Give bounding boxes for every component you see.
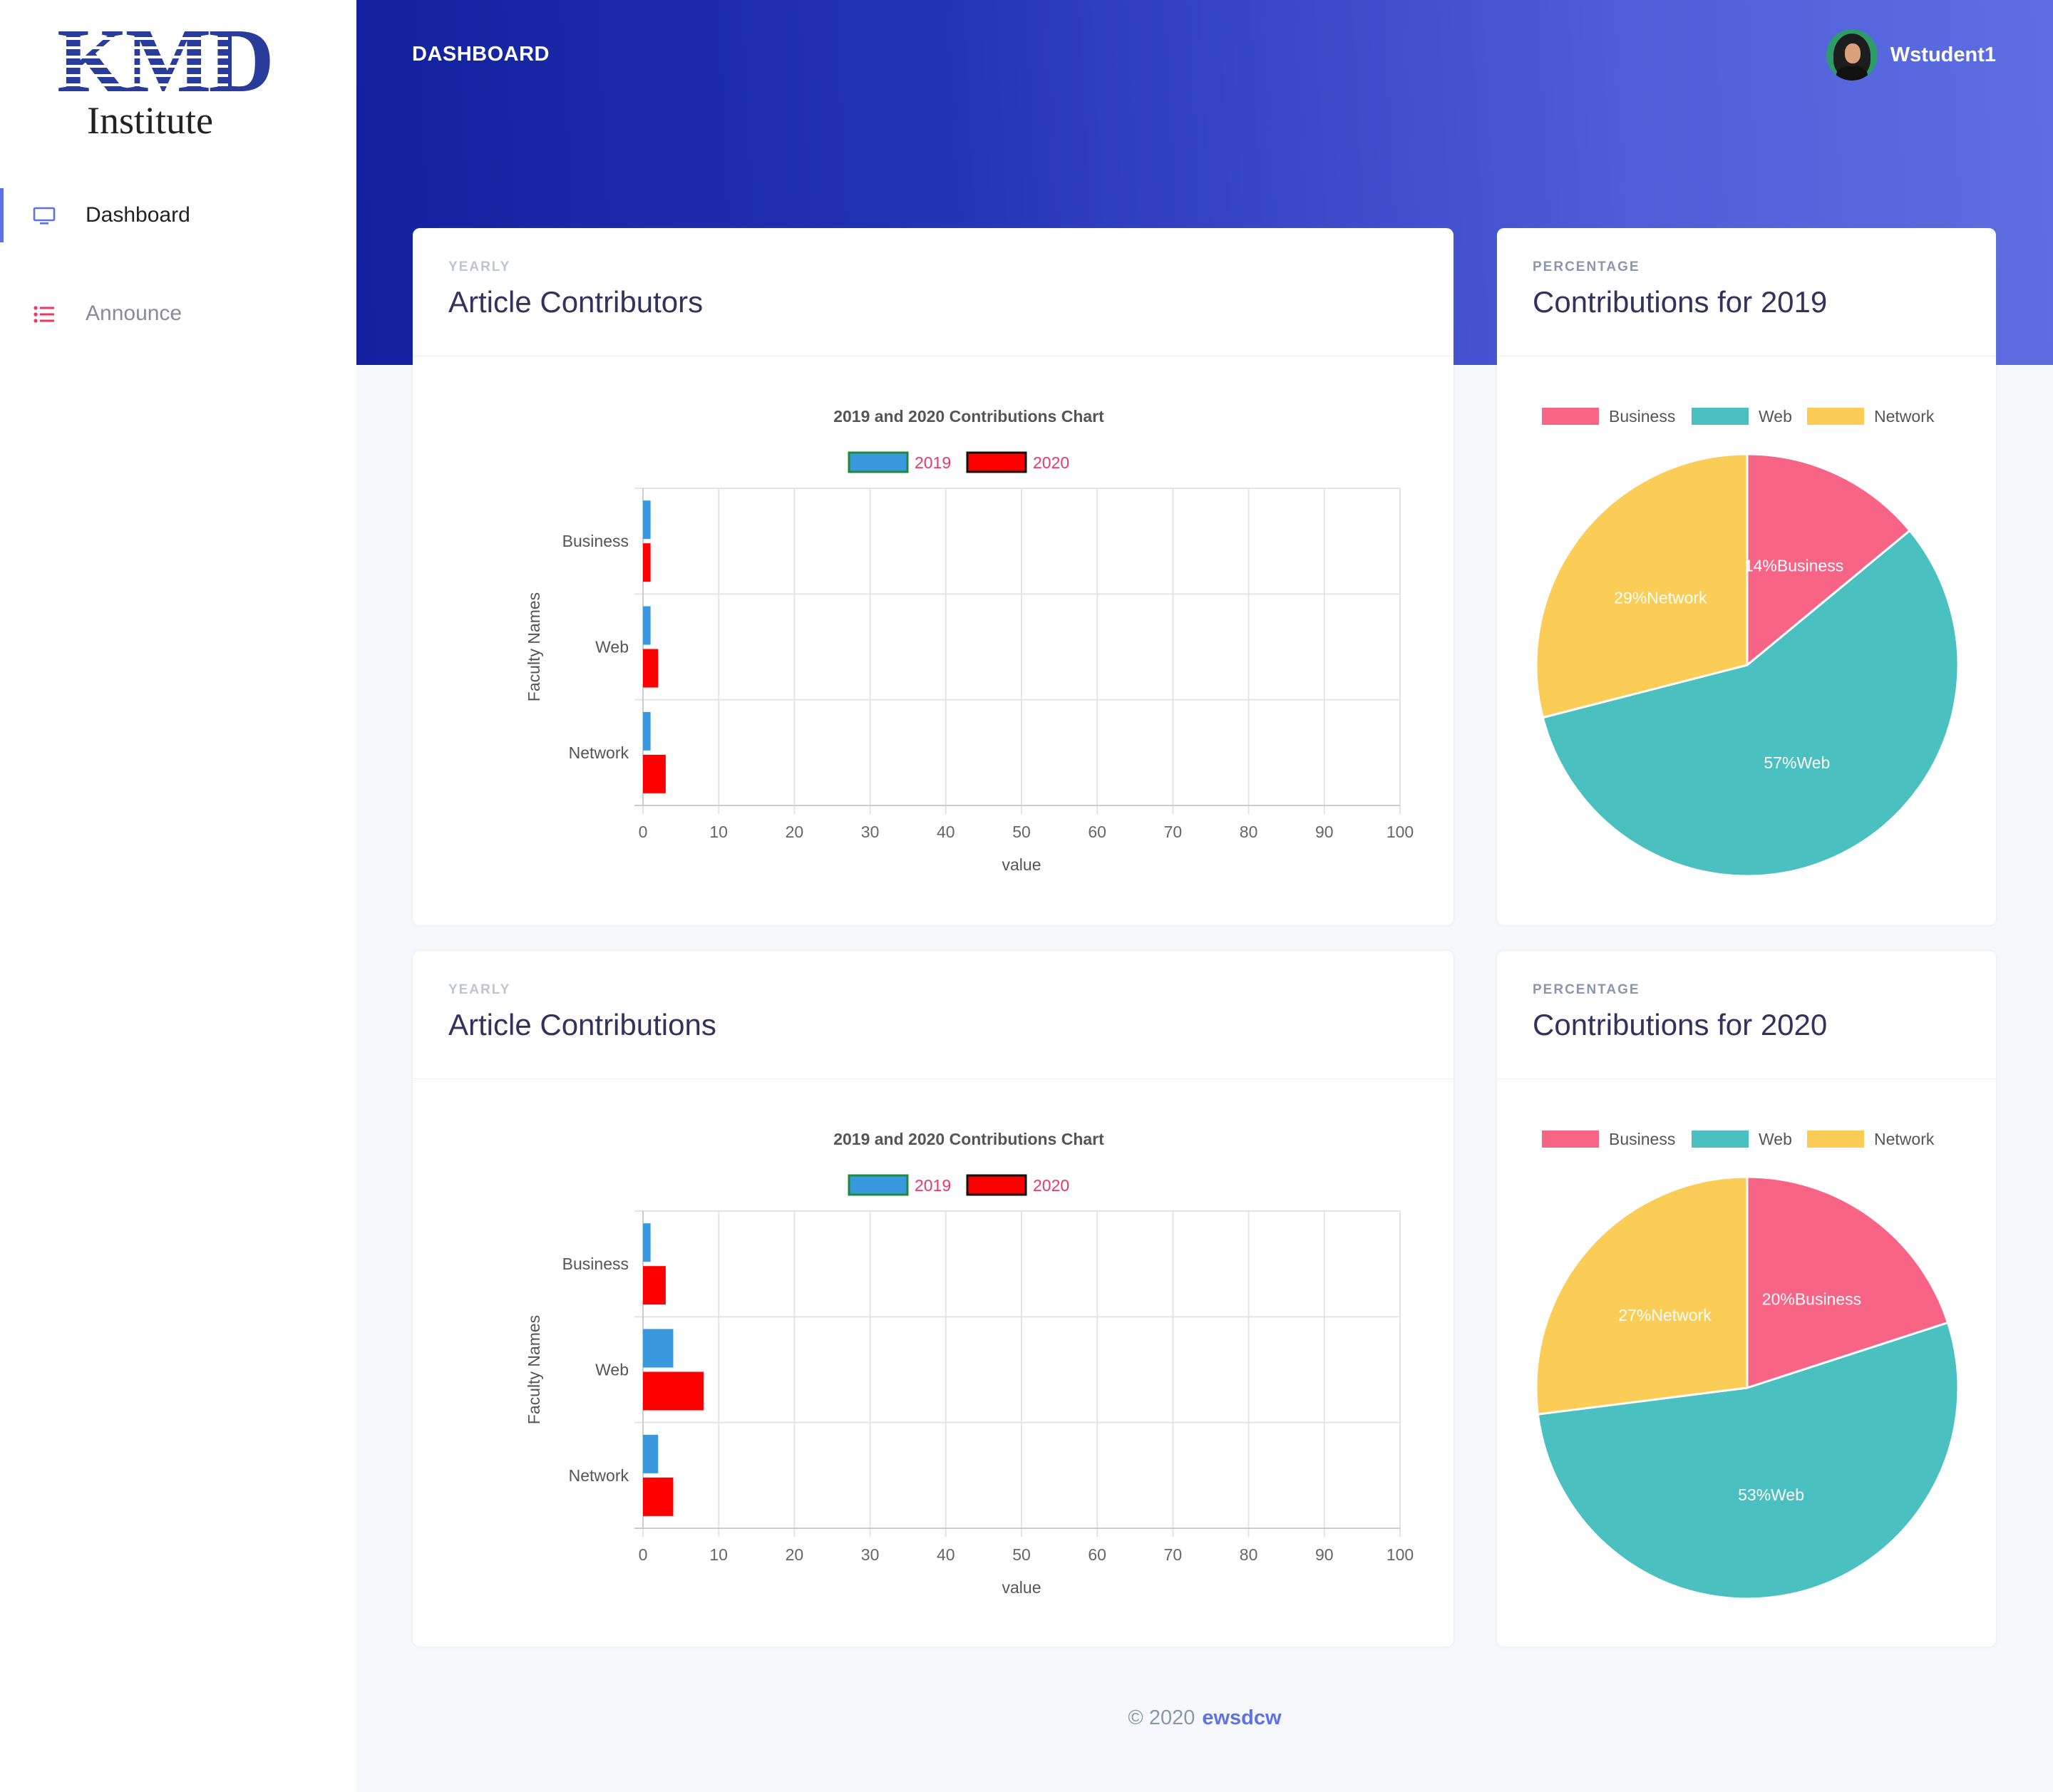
bar-business-2020 — [643, 543, 651, 582]
contributors-bar-chart: 2019 and 2020 Contributions Chart2019 202… — [525, 407, 1414, 874]
x-tick-label: 0 — [639, 823, 648, 841]
x-tick-label: 90 — [1315, 823, 1334, 841]
x-tick-label: 80 — [1240, 1545, 1258, 1564]
footer-brand-link[interactable]: ewsdcw — [1202, 1706, 1281, 1729]
x-tick-label: 0 — [639, 1545, 648, 1564]
sidebar-item-dashboard[interactable]: Dashboard — [0, 188, 356, 242]
footer: © 2020 ewsdcw — [356, 1706, 2053, 1730]
y-axis-label: Faculty Names — [525, 592, 543, 701]
logo-stripes — [57, 21, 228, 100]
x-tick-label: 70 — [1164, 1545, 1183, 1564]
contributions-2020-card: PERCENTAGE Contributions for 2020 Busine… — [1497, 951, 1996, 1647]
legend-label-2019: 2019 — [915, 1176, 951, 1195]
x-tick-label: 50 — [1012, 823, 1031, 841]
x-tick-label: 20 — [786, 823, 804, 841]
legend-label-network: Network — [1874, 1130, 1935, 1148]
active-indicator — [0, 188, 4, 242]
legend-label-business: Business — [1609, 1130, 1675, 1148]
bar-business-2019 — [643, 500, 651, 540]
legend-swatch-2019 — [848, 451, 909, 473]
x-tick-label: 60 — [1088, 1545, 1106, 1564]
x-tick-label: 10 — [709, 1545, 728, 1564]
x-tick-label: 40 — [937, 1545, 955, 1564]
pie-slice-label: 27%Network — [1618, 1306, 1712, 1324]
x-tick-label: 10 — [709, 823, 728, 841]
y-axis-label: Faculty Names — [525, 1315, 543, 1424]
y-tick-label: Business — [562, 1255, 629, 1273]
chart-title: 2019 and 2020 Contributions Chart — [833, 407, 1104, 426]
list-icon — [34, 306, 54, 323]
bar-business-2019 — [643, 1223, 651, 1262]
page-title: DASHBOARD — [412, 43, 550, 66]
legend-label-web: Web — [1759, 1130, 1792, 1148]
bar-web-2020 — [643, 1371, 704, 1411]
monitor-icon — [33, 207, 56, 225]
contributions-bar-chart: 2019 and 2020 Contributions Chart2019 202… — [525, 1130, 1414, 1597]
user-name: Wstudent1 — [1890, 43, 1996, 66]
x-tick-label: 100 — [1386, 823, 1414, 841]
sidebar-item-label: Dashboard — [86, 203, 190, 227]
legend-swatch-business — [1542, 1131, 1599, 1148]
y-tick-label: Network — [569, 743, 629, 762]
x-tick-label: 70 — [1164, 823, 1183, 841]
copyright-text: © 2020 — [1128, 1706, 1195, 1729]
article-contributors-card: YEARLY Article Contributors 2019 and 202… — [413, 228, 1453, 925]
contributions-2019-pie-chart: Business Web Network 14%Business 57%Web 29%Ne… — [1535, 407, 1960, 877]
contributions-2019-card: PERCENTAGE Contributions for 2019 Busine… — [1497, 228, 1996, 925]
bar-network-2019 — [643, 711, 651, 751]
kmd-logo[interactable]: KMD Institute — [57, 15, 274, 143]
sidebar-item-announce[interactable]: Announce — [0, 287, 356, 341]
x-tick-label: 30 — [861, 1545, 880, 1564]
bar-business-2020 — [643, 1266, 666, 1305]
legend-swatch-2019 — [848, 1174, 909, 1196]
sidebar: KMD Institute Dashboard Announce — [0, 0, 356, 1792]
x-tick-label: 80 — [1240, 823, 1258, 841]
legend-swatch-business — [1542, 408, 1599, 425]
pie-slice-label: 14%Business — [1744, 557, 1843, 575]
x-axis-label: value — [1002, 855, 1041, 874]
x-tick-label: 60 — [1088, 823, 1106, 841]
logo-subtitle: Institute — [87, 99, 213, 142]
y-tick-label: Web — [595, 1361, 629, 1379]
x-tick-label: 20 — [786, 1545, 804, 1564]
y-tick-label: Web — [595, 638, 629, 656]
legend-swatch-2020 — [966, 1174, 1027, 1196]
legend-swatch-web — [1692, 1131, 1749, 1148]
legend-swatch-network — [1807, 1131, 1864, 1148]
sidebar-item-label: Announce — [86, 302, 182, 325]
legend-label-2020: 2020 — [1033, 453, 1069, 472]
bar-web-2020 — [643, 649, 659, 688]
x-tick-label: 100 — [1386, 1545, 1414, 1564]
chart-title: 2019 and 2020 Contributions Chart — [833, 1130, 1104, 1148]
y-tick-label: Network — [569, 1466, 629, 1485]
legend-swatch-web — [1692, 408, 1749, 425]
y-tick-label: Business — [562, 532, 629, 550]
legend-label-network: Network — [1874, 407, 1935, 426]
bar-network-2020 — [643, 1477, 674, 1516]
legend-label-2019: 2019 — [915, 453, 951, 472]
avatar — [1826, 29, 1878, 81]
bar-network-2019 — [643, 1434, 659, 1473]
legend-label-web: Web — [1759, 407, 1792, 426]
x-tick-label: 90 — [1315, 1545, 1334, 1564]
x-tick-label: 30 — [861, 823, 880, 841]
legend-label-2020: 2020 — [1033, 1176, 1069, 1195]
article-contributions-card: YEARLY Article Contributions 2019 and 20… — [413, 951, 1453, 1647]
bar-web-2019 — [643, 606, 651, 645]
legend-swatch-2020 — [966, 451, 1027, 473]
x-tick-label: 50 — [1012, 1545, 1031, 1564]
legend-label-business: Business — [1609, 407, 1675, 426]
contributions-2020-pie-chart: Business Web Network 20%Business 53%Web 27%Ne… — [1535, 1130, 1960, 1600]
user-menu[interactable]: Wstudent1 — [1826, 29, 1996, 81]
pie-slice-label: 53%Web — [1738, 1485, 1804, 1504]
x-tick-label: 40 — [937, 823, 955, 841]
pie-slice-label: 57%Web — [1764, 753, 1830, 772]
pie-slice-network — [1535, 1175, 1749, 1416]
bar-web-2019 — [643, 1329, 674, 1368]
x-axis-label: value — [1002, 1578, 1041, 1597]
legend-swatch-network — [1807, 408, 1864, 425]
pie-slice-label: 20%Business — [1762, 1289, 1861, 1308]
pie-slice-label: 29%Network — [1614, 589, 1707, 607]
bar-network-2020 — [643, 754, 666, 793]
